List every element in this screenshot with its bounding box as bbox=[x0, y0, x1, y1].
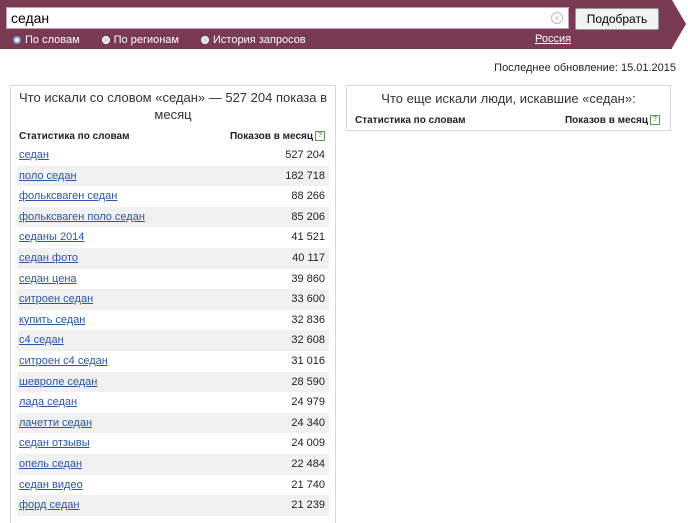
table-header: Статистика по словам Показов в месяц? bbox=[11, 131, 335, 145]
keyword-link[interactable]: седан фото bbox=[19, 252, 78, 264]
keyword-link[interactable]: шевроле седан bbox=[19, 376, 97, 388]
table-row: опель седан 22 484 bbox=[17, 453, 329, 475]
impressions-count: 22 484 bbox=[291, 457, 325, 470]
table-row: седан отзывы 24 009 bbox=[17, 433, 329, 454]
column-keyword: Статистика по словам bbox=[355, 115, 466, 126]
table-row: лада седан 24 979 bbox=[17, 392, 329, 413]
table-row: ситроен с4 седан 31 016 bbox=[17, 351, 329, 372]
mode-history[interactable]: История запросов bbox=[201, 34, 306, 46]
keyword-link[interactable]: форд седан bbox=[19, 499, 80, 511]
impressions-count: 527 204 bbox=[285, 149, 325, 161]
impressions-count: 40 117 bbox=[292, 251, 325, 264]
table-row: седаны 2014 41 521 bbox=[17, 227, 329, 248]
table-row: фольксваген поло седан 85 206 bbox=[17, 206, 329, 228]
search-input[interactable] bbox=[11, 10, 541, 26]
column-count-label: Показов в месяц bbox=[564, 115, 648, 126]
impressions-count: 85 206 bbox=[291, 210, 325, 223]
table-row: поло седан 182 718 bbox=[17, 165, 329, 187]
impressions-count: 24 009 bbox=[291, 437, 325, 450]
radio-icon[interactable] bbox=[101, 36, 110, 44]
impressions-count: 33 600 bbox=[291, 293, 325, 306]
search-mode-options: По словам По регионам История запросов bbox=[13, 33, 328, 47]
table-row: седан цена 39 860 bbox=[17, 269, 329, 290]
impressions-count: 182 718 bbox=[285, 169, 325, 182]
keyword-stats-panel: Что искали со словом «седан» — 527 204 п… bbox=[10, 85, 336, 523]
mode-by-regions[interactable]: По регионам bbox=[101, 34, 179, 46]
table-row: фольксваген седан 88 266 bbox=[17, 186, 329, 207]
table-row: седан фото 40 117 bbox=[17, 247, 329, 269]
impressions-count: 21 239 bbox=[291, 499, 325, 512]
keyword-link[interactable]: поло седан bbox=[19, 170, 77, 182]
impressions-count: 32 836 bbox=[291, 313, 325, 326]
table-row: седан видео 21 740 bbox=[17, 475, 329, 496]
search-field[interactable]: × bbox=[6, 7, 569, 29]
mode-label: По словам bbox=[25, 34, 80, 46]
keyword-link[interactable]: купить седан bbox=[19, 314, 85, 326]
impressions-count: 41 521 bbox=[291, 231, 325, 244]
keyword-link[interactable]: фольксваген поло седан bbox=[19, 211, 145, 223]
keyword-link[interactable]: опель седан bbox=[19, 458, 82, 470]
mode-by-words[interactable]: По словам bbox=[13, 34, 80, 46]
radio-selected-icon[interactable] bbox=[13, 36, 21, 44]
keyword-link[interactable]: ситроен с4 седан bbox=[19, 355, 108, 367]
keyword-link[interactable]: лада седан bbox=[19, 396, 77, 408]
keyword-link[interactable]: фольксваген седан bbox=[19, 190, 117, 202]
keyword-link[interactable]: седан bbox=[19, 149, 49, 161]
column-keyword: Статистика по словам bbox=[19, 131, 130, 142]
table-row: с4 седан 32 608 bbox=[17, 330, 329, 351]
keyword-link[interactable]: седан цена bbox=[19, 273, 77, 285]
clear-icon[interactable]: × bbox=[551, 12, 563, 24]
impressions-count: 28 590 bbox=[291, 375, 325, 388]
keyword-link[interactable]: седаны 2014 bbox=[19, 231, 84, 243]
column-count: Показов в месяц? bbox=[565, 115, 660, 126]
table-row: купить седан 32 836 bbox=[17, 310, 329, 331]
column-count: Показов в месяц? bbox=[230, 131, 325, 142]
impressions-count: 39 860 bbox=[291, 272, 325, 285]
table-row: форд седан 21 239 bbox=[17, 495, 329, 516]
impressions-count: 32 608 bbox=[291, 334, 325, 347]
keyword-link[interactable]: седан отзывы bbox=[19, 437, 90, 449]
help-icon[interactable]: ? bbox=[650, 115, 660, 126]
impressions-count: 24 340 bbox=[291, 416, 325, 429]
impressions-count: 24 979 bbox=[291, 396, 325, 409]
mode-label: По регионам bbox=[113, 34, 179, 46]
impressions-count: 88 266 bbox=[291, 190, 325, 203]
radio-icon[interactable] bbox=[201, 36, 209, 44]
last-update: Последнее обновление: 15.01.2015 bbox=[494, 62, 676, 74]
keyword-table: седан 527 204 поло седан 182 718 фольксваген… bbox=[17, 145, 329, 516]
panel-title: Что еще искали люди, искавшие «седан»: bbox=[381, 91, 636, 106]
impressions-count: 31 016 bbox=[291, 354, 325, 367]
table-row: ситроен седан 33 600 bbox=[17, 289, 329, 310]
impressions-count: 21 740 bbox=[291, 478, 325, 491]
table-row: лачетти седан 24 340 bbox=[17, 412, 329, 434]
submit-button[interactable]: Подобрать bbox=[575, 8, 659, 30]
keyword-link[interactable]: ситроен седан bbox=[19, 293, 93, 305]
table-header: Статистика по словам Показов в месяц? bbox=[347, 115, 670, 129]
search-bar-arrow bbox=[672, 0, 686, 48]
region-link[interactable]: Россия bbox=[535, 33, 571, 45]
table-row: седан 527 204 bbox=[17, 145, 329, 166]
related-queries-panel: Что еще искали люди, искавшие «седан»: С… bbox=[346, 85, 671, 131]
column-count-label: Показов в месяц bbox=[229, 131, 313, 142]
keyword-link[interactable]: седан видео bbox=[19, 479, 83, 491]
keyword-link[interactable]: лачетти седан bbox=[19, 417, 92, 429]
panel-title: Что искали со словом «седан» — 527 204 п… bbox=[19, 90, 327, 122]
table-row: шевроле седан 28 590 bbox=[17, 371, 329, 393]
mode-label: История запросов bbox=[213, 34, 306, 46]
help-icon[interactable]: ? bbox=[315, 131, 325, 142]
keyword-link[interactable]: с4 седан bbox=[19, 334, 64, 346]
